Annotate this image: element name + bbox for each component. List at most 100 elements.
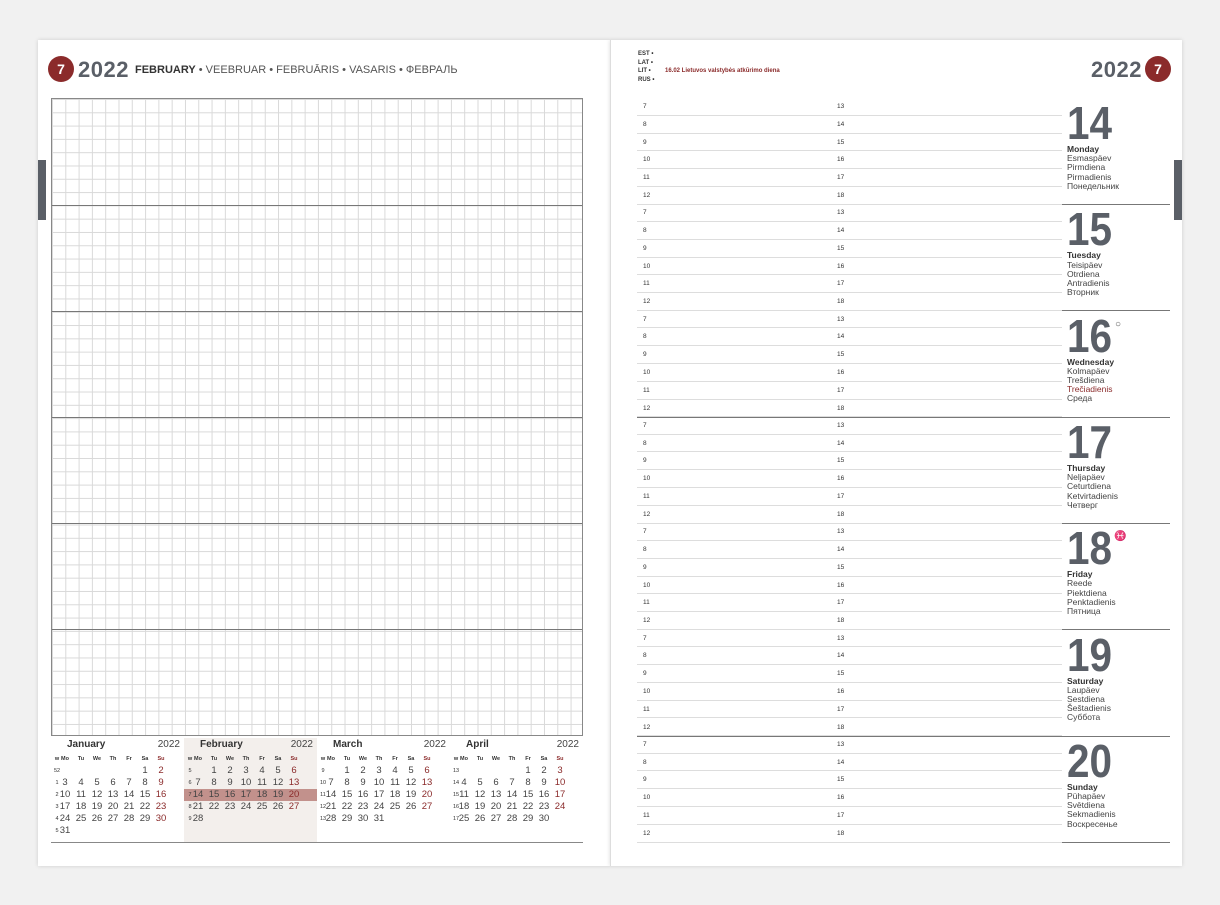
- calendar-day[interactable]: 28: [323, 813, 339, 825]
- calendar-day[interactable]: 31: [371, 813, 387, 825]
- calendar-day[interactable]: 20: [105, 801, 121, 813]
- calendar-day[interactable]: 7: [504, 777, 520, 789]
- calendar-day[interactable]: 11: [456, 789, 472, 801]
- calendar-day[interactable]: 23: [222, 801, 238, 813]
- time-slot[interactable]: 12 18: [637, 293, 1062, 312]
- calendar-day[interactable]: 4: [254, 765, 270, 777]
- calendar-day[interactable]: 29: [339, 813, 355, 825]
- calendar-day[interactable]: 3: [552, 765, 568, 777]
- calendar-day[interactable]: 25: [73, 813, 89, 825]
- time-slot[interactable]: 10 16: [637, 577, 1062, 595]
- time-slot[interactable]: 7 13: [637, 98, 1062, 116]
- calendar-day[interactable]: 13: [419, 777, 435, 789]
- calendar-day[interactable]: 10: [57, 789, 73, 801]
- calendar-day[interactable]: 1: [137, 765, 153, 777]
- time-slot[interactable]: 9 15: [637, 771, 1062, 790]
- calendar-day[interactable]: 2: [355, 765, 371, 777]
- time-slot[interactable]: 10 16: [637, 683, 1062, 701]
- time-slot[interactable]: 9 15: [637, 346, 1062, 364]
- calendar-day[interactable]: 5: [270, 765, 286, 777]
- calendar-day[interactable]: 17: [238, 789, 254, 801]
- time-slot[interactable]: 8 14: [637, 328, 1062, 347]
- time-slot[interactable]: 8 14: [637, 222, 1062, 240]
- calendar-day[interactable]: 11: [254, 777, 270, 789]
- calendar-day[interactable]: 29: [520, 813, 536, 825]
- calendar-day[interactable]: 21: [504, 801, 520, 813]
- time-slot[interactable]: 7 13: [637, 204, 1062, 223]
- calendar-day[interactable]: 13: [488, 789, 504, 801]
- calendar-day[interactable]: 24: [57, 813, 73, 825]
- calendar-day[interactable]: 20: [286, 789, 302, 801]
- calendar-day[interactable]: 5: [89, 777, 105, 789]
- calendar-day[interactable]: 12: [472, 789, 488, 801]
- time-slot[interactable]: 7 13: [637, 311, 1062, 329]
- calendar-day[interactable]: 16: [222, 789, 238, 801]
- calendar-day[interactable]: 19: [472, 801, 488, 813]
- time-slot[interactable]: 9 15: [637, 452, 1062, 471]
- calendar-day[interactable]: 12: [89, 789, 105, 801]
- calendar-day[interactable]: 22: [137, 801, 153, 813]
- calendar-day[interactable]: 30: [153, 813, 169, 825]
- time-slot[interactable]: 12 18: [637, 187, 1062, 205]
- calendar-day[interactable]: 7: [190, 777, 206, 789]
- calendar-day[interactable]: 19: [89, 801, 105, 813]
- calendar-day[interactable]: 16: [355, 789, 371, 801]
- calendar-day[interactable]: 7: [121, 777, 137, 789]
- calendar-day[interactable]: 15: [339, 789, 355, 801]
- calendar-day[interactable]: 3: [238, 765, 254, 777]
- bookmark-tab[interactable]: [1174, 160, 1182, 220]
- calendar-day[interactable]: 23: [153, 801, 169, 813]
- calendar-day[interactable]: 27: [286, 801, 302, 813]
- calendar-day[interactable]: 4: [73, 777, 89, 789]
- calendar-day[interactable]: 13: [286, 777, 302, 789]
- calendar-day[interactable]: 5: [403, 765, 419, 777]
- calendar-day[interactable]: 13: [105, 789, 121, 801]
- calendar-day[interactable]: 10: [238, 777, 254, 789]
- calendar-day[interactable]: 26: [89, 813, 105, 825]
- calendar-day[interactable]: 24: [371, 801, 387, 813]
- calendar-day[interactable]: 12: [270, 777, 286, 789]
- time-slot[interactable]: 11 17: [637, 169, 1062, 187]
- calendar-day[interactable]: 25: [254, 801, 270, 813]
- calendar-day[interactable]: 4: [387, 765, 403, 777]
- calendar-day[interactable]: 24: [238, 801, 254, 813]
- calendar-day[interactable]: 27: [488, 813, 504, 825]
- calendar-day[interactable]: 26: [403, 801, 419, 813]
- calendar-day[interactable]: 2: [536, 765, 552, 777]
- calendar-day[interactable]: 18: [387, 789, 403, 801]
- calendar-day[interactable]: 4: [456, 777, 472, 789]
- time-slot[interactable]: 7 13: [637, 736, 1062, 754]
- time-slot[interactable]: 9 15: [637, 665, 1062, 683]
- calendar-day[interactable]: 10: [371, 777, 387, 789]
- calendar-day[interactable]: 11: [387, 777, 403, 789]
- time-slot[interactable]: 11 17: [637, 594, 1062, 613]
- time-slot[interactable]: 11 17: [637, 807, 1062, 825]
- notes-grid[interactable]: [51, 98, 583, 736]
- calendar-day[interactable]: 29: [137, 813, 153, 825]
- time-slot[interactable]: 11 17: [637, 701, 1062, 719]
- calendar-day[interactable]: 19: [403, 789, 419, 801]
- calendar-day[interactable]: 21: [323, 801, 339, 813]
- time-slot[interactable]: 12 18: [637, 825, 1062, 843]
- calendar-day[interactable]: 1: [339, 765, 355, 777]
- calendar-day[interactable]: 18: [73, 801, 89, 813]
- calendar-day[interactable]: 9: [536, 777, 552, 789]
- calendar-day[interactable]: 14: [323, 789, 339, 801]
- calendar-day[interactable]: 16: [153, 789, 169, 801]
- calendar-day[interactable]: 9: [355, 777, 371, 789]
- calendar-day[interactable]: 1: [206, 765, 222, 777]
- calendar-day[interactable]: 17: [552, 789, 568, 801]
- time-slot[interactable]: 10 16: [637, 258, 1062, 276]
- calendar-day[interactable]: 8: [206, 777, 222, 789]
- time-slot[interactable]: 11 17: [637, 275, 1062, 294]
- calendar-day[interactable]: 8: [137, 777, 153, 789]
- calendar-day[interactable]: 1: [520, 765, 536, 777]
- time-slot[interactable]: 7 13: [637, 630, 1062, 648]
- calendar-day[interactable]: 22: [339, 801, 355, 813]
- calendar-day[interactable]: 30: [536, 813, 552, 825]
- calendar-day[interactable]: 16: [536, 789, 552, 801]
- calendar-day[interactable]: 2: [222, 765, 238, 777]
- time-slot[interactable]: 8 14: [637, 541, 1062, 559]
- calendar-day[interactable]: 17: [57, 801, 73, 813]
- calendar-day[interactable]: 3: [57, 777, 73, 789]
